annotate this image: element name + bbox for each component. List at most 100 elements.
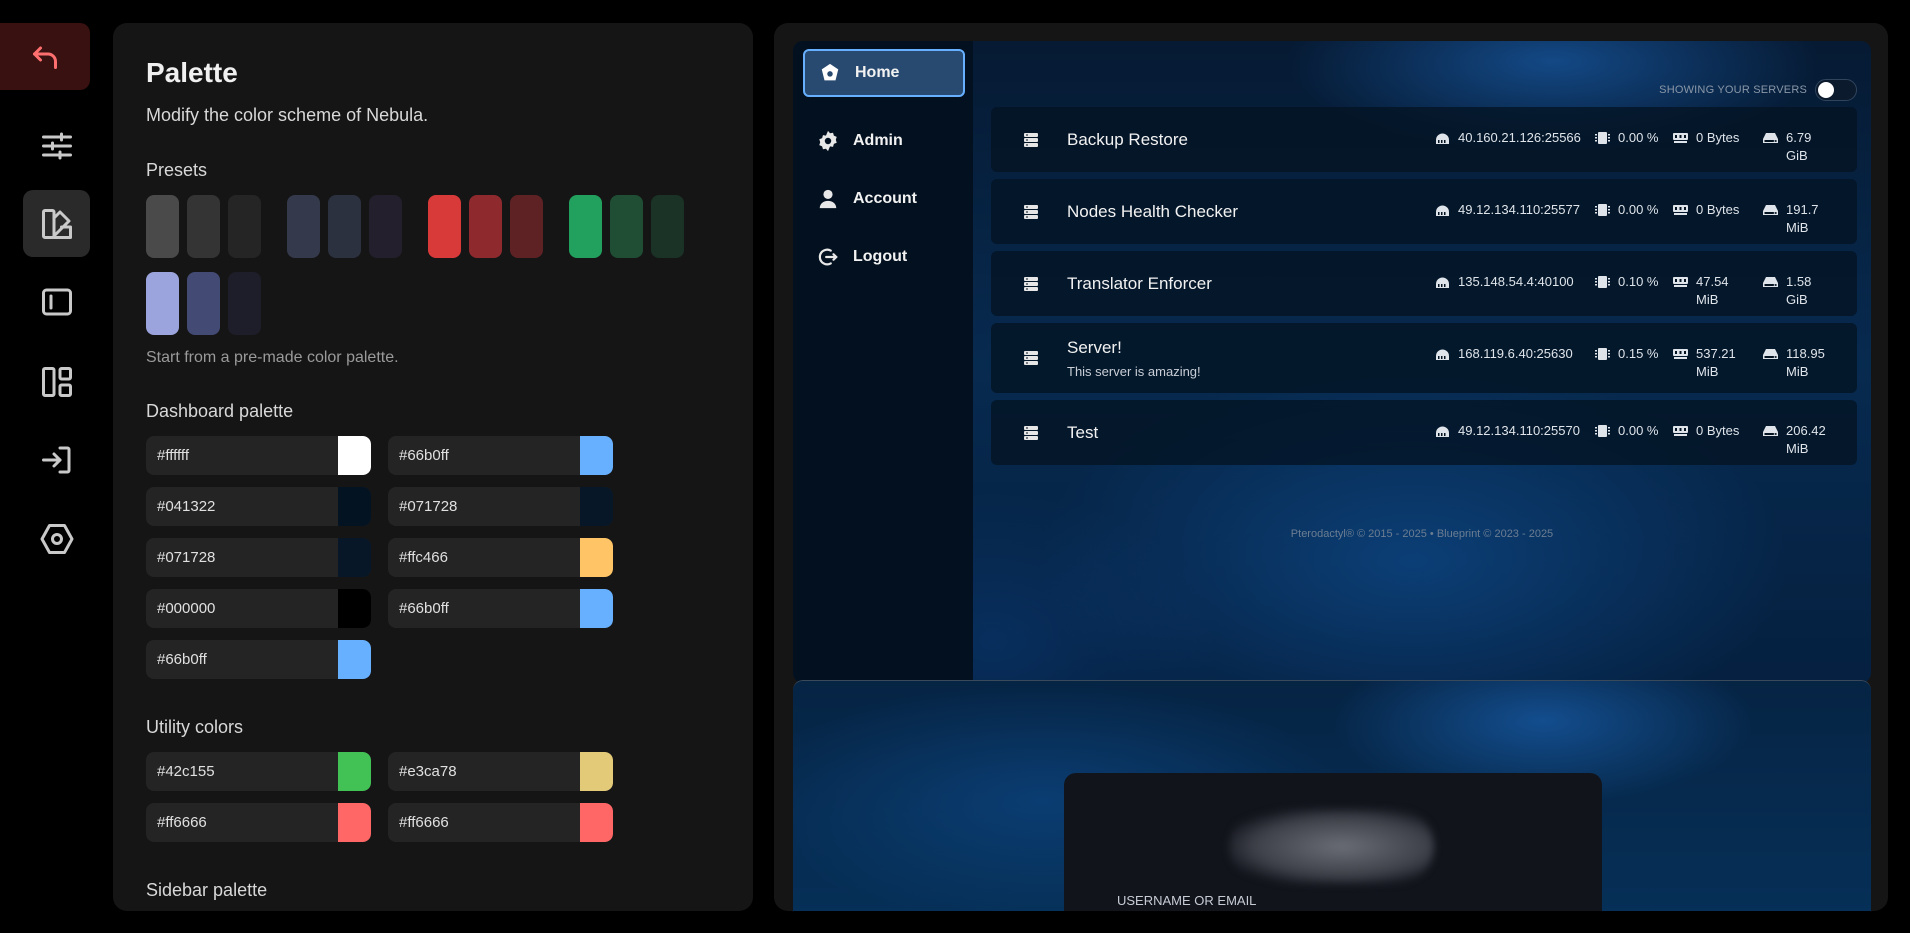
color-swatch[interactable]	[338, 640, 371, 679]
color-swatch[interactable]	[338, 487, 371, 526]
nav-logout-label: Logout	[853, 248, 908, 265]
server-disk: 118.95 MiB	[1763, 345, 1834, 381]
rail-settings-button[interactable]	[23, 505, 90, 572]
network-icon	[1435, 345, 1450, 365]
color-swatch[interactable]	[580, 538, 613, 577]
rail-sidebar-layout-button[interactable]	[23, 268, 90, 335]
server-memory: 0 Bytes	[1673, 129, 1744, 149]
server-filter-toggle[interactable]	[1815, 79, 1857, 101]
server-disk-value: 206.42 MiB	[1786, 423, 1826, 456]
nav-admin-label: Admin	[853, 132, 903, 149]
color-swatch[interactable]	[580, 487, 613, 526]
server-disk-value: 6.79 GiB	[1786, 130, 1812, 163]
color-value[interactable]: #ffffff	[146, 436, 338, 475]
server-row[interactable]: Server! This server is amazing! 168.119.6.…	[991, 323, 1857, 393]
server-icon	[1023, 425, 1039, 441]
logout-icon	[818, 248, 838, 266]
rail-general-button[interactable]	[23, 112, 90, 179]
cpu-icon	[1595, 422, 1610, 442]
network-icon	[1435, 201, 1450, 221]
memory-icon	[1673, 422, 1688, 442]
nav-account[interactable]: Account	[803, 175, 965, 223]
rail-palette-button[interactable]	[23, 190, 90, 257]
server-name: Backup Restore	[1067, 129, 1188, 149]
dashboard-color-field[interactable]: #66b0ff	[388, 436, 613, 475]
cpu-icon	[1595, 345, 1610, 365]
server-cpu-value: 0.10 %	[1618, 274, 1659, 289]
server-list: Backup Restore 40.160.21.126:25566 0.00 % 0…	[991, 107, 1857, 472]
nav-logout[interactable]: Logout	[803, 233, 965, 281]
disk-icon	[1763, 273, 1778, 309]
dashboard-color-field[interactable]: #071728	[388, 487, 613, 526]
preset-swatch	[146, 272, 179, 335]
server-name-wrap: Backup Restore	[1067, 130, 1188, 150]
color-value[interactable]: #ffc466	[388, 538, 580, 577]
dashboard-color-field[interactable]: #071728	[146, 538, 371, 577]
server-memory-value: 0 Bytes	[1696, 130, 1740, 145]
preset-0[interactable]	[146, 195, 261, 258]
utility-color-field[interactable]: #42c155	[146, 752, 371, 791]
color-swatch[interactable]	[338, 803, 371, 842]
utility-color-field[interactable]: #e3ca78	[388, 752, 613, 791]
preset-swatch	[510, 195, 543, 258]
color-value[interactable]: #66b0ff	[388, 589, 580, 628]
color-value[interactable]: #e3ca78	[388, 752, 580, 791]
color-swatch[interactable]	[580, 803, 613, 842]
blurred-logo	[1229, 809, 1434, 884]
rail-login-button[interactable]	[23, 426, 90, 493]
presets-hint: Start from a pre-made color palette.	[146, 349, 399, 366]
server-row[interactable]: Test 49.12.134.110:25570 0.00 % 0 Bytes 206.…	[991, 400, 1857, 465]
color-value[interactable]: #66b0ff	[146, 640, 338, 679]
preset-swatch	[651, 195, 684, 258]
dashboard-color-field[interactable]: #66b0ff	[388, 589, 613, 628]
color-value[interactable]: #071728	[146, 538, 338, 577]
color-value[interactable]: #041322	[146, 487, 338, 526]
server-row[interactable]: Nodes Health Checker 49.12.134.110:25577 0…	[991, 179, 1857, 244]
color-swatch[interactable]	[580, 436, 613, 475]
color-swatch[interactable]	[338, 752, 371, 791]
server-filter-toggle-row: SHOWING YOUR SERVERS	[1659, 79, 1857, 101]
server-icon	[1023, 204, 1039, 220]
color-value[interactable]: #000000	[146, 589, 338, 628]
utility-color-field[interactable]: #ff6666	[146, 803, 371, 842]
preset-3[interactable]	[569, 195, 684, 258]
user-icon	[819, 189, 837, 209]
back-button[interactable]	[0, 23, 90, 90]
server-row[interactable]: Backup Restore 40.160.21.126:25566 0.00 % 0…	[991, 107, 1857, 172]
utility-color-field[interactable]: #ff6666	[388, 803, 613, 842]
login-card: USERNAME OR EMAIL	[1064, 773, 1602, 911]
nav-home[interactable]: Home	[803, 49, 965, 97]
color-swatch[interactable]	[580, 589, 613, 628]
theme-preview: Home Admin Account Logout SHOWING YOUR S…	[774, 23, 1888, 911]
page-title: Palette	[146, 57, 238, 88]
rail-dashboard-layout-button[interactable]	[23, 348, 90, 415]
preset-4[interactable]	[146, 272, 261, 335]
preset-swatch	[610, 195, 643, 258]
server-row[interactable]: Translator Enforcer 135.148.54.4:40100 0.1…	[991, 251, 1857, 316]
dashboard-color-field[interactable]: #66b0ff	[146, 640, 371, 679]
server-name: Server!	[1067, 337, 1122, 357]
dashboard-color-field[interactable]: #000000	[146, 589, 371, 628]
server-name-wrap: Server! This server is amazing!	[1067, 338, 1201, 379]
sliders-icon	[41, 132, 72, 159]
color-value[interactable]: #42c155	[146, 752, 338, 791]
color-swatch[interactable]	[338, 589, 371, 628]
dashboard-color-field[interactable]: #ffc466	[388, 538, 613, 577]
preview-footer: Pterodactyl® © 2015 - 2025 • Blueprint ©…	[1290, 528, 1554, 540]
color-value[interactable]: #ff6666	[388, 803, 580, 842]
color-swatch[interactable]	[580, 752, 613, 791]
server-disk-value: 191.7 MiB	[1786, 202, 1819, 235]
color-value[interactable]: #071728	[388, 487, 580, 526]
color-swatch[interactable]	[338, 538, 371, 577]
dashboard-color-field[interactable]: #041322	[146, 487, 371, 526]
preset-2[interactable]	[428, 195, 543, 258]
memory-icon	[1673, 273, 1688, 309]
dashboard-color-field[interactable]: #ffffff	[146, 436, 371, 475]
color-value[interactable]: #ff6666	[146, 803, 338, 842]
color-value[interactable]: #66b0ff	[388, 436, 580, 475]
preset-swatch	[146, 195, 179, 258]
server-name: Test	[1067, 422, 1099, 442]
color-swatch[interactable]	[338, 436, 371, 475]
preset-1[interactable]	[287, 195, 402, 258]
nav-admin[interactable]: Admin	[803, 117, 965, 165]
